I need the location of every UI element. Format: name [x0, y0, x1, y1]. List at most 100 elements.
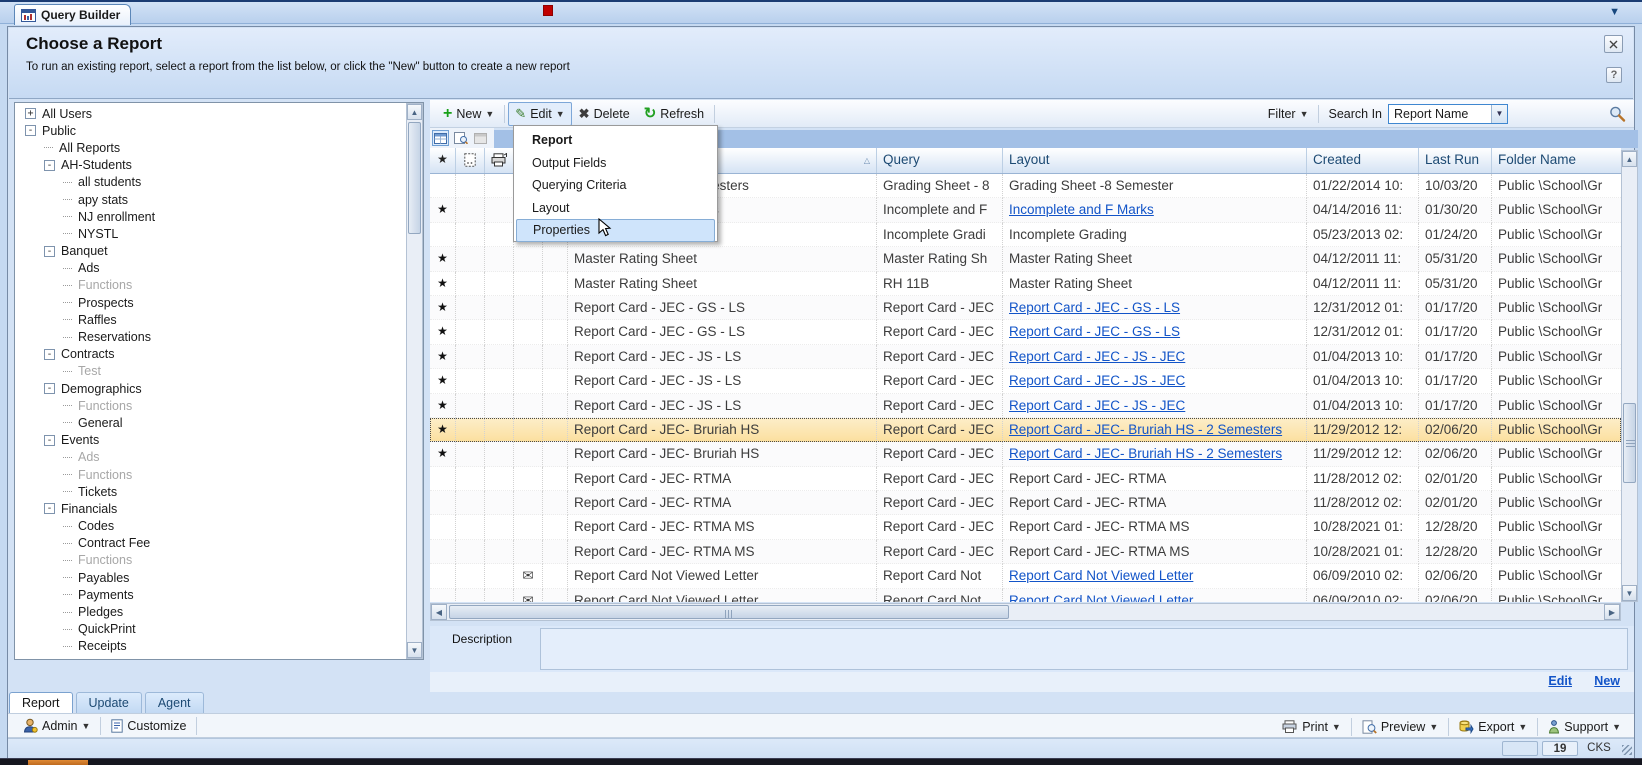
table-row[interactable]: ★Master Rating SheetMaster Rating ShMast… — [430, 247, 1621, 271]
tree-item-banquet[interactable]: -Banquet — [15, 243, 405, 260]
filter-button[interactable]: Filter ▼ — [1261, 103, 1316, 125]
layout-link[interactable]: Report Card - JEC - GS - LS — [1009, 324, 1180, 339]
tree-item-test[interactable]: Test — [15, 363, 405, 380]
star-cell[interactable] — [430, 540, 456, 564]
menu-item-report[interactable]: Report — [516, 129, 715, 152]
star-cell[interactable] — [430, 467, 456, 491]
menu-item-properties[interactable]: Properties — [516, 219, 715, 242]
layout-link[interactable]: Report Card - JEC - JS - JEC — [1009, 373, 1185, 388]
layout-link[interactable]: Report Card - JEC - JS - JEC — [1009, 398, 1185, 413]
tree-item-contract-fee[interactable]: Contract Fee — [15, 535, 405, 552]
collapse-icon[interactable]: - — [25, 125, 36, 136]
star-icon[interactable]: ★ — [430, 345, 456, 369]
last-run-column-header[interactable]: Last Run — [1419, 148, 1492, 173]
tree-scroll-up-icon[interactable]: ▲ — [407, 104, 422, 120]
star-icon[interactable]: ★ — [430, 272, 456, 296]
layout-link[interactable]: Incomplete and F Marks — [1009, 202, 1154, 217]
menu-item-layout[interactable]: Layout — [516, 197, 715, 220]
tree-item-general[interactable]: General — [15, 414, 405, 431]
tree-item-demographics[interactable]: -Demographics — [15, 380, 405, 397]
tree-item-tickets[interactable]: Tickets — [15, 483, 405, 500]
table-row[interactable]: Report Card - JEC- RTMAReport Card - JEC… — [430, 467, 1621, 491]
tree-item-apy-stats[interactable]: apy stats — [15, 191, 405, 208]
tree-item-codes[interactable]: Codes — [15, 518, 405, 535]
table-row[interactable]: Report Card - JEC- RTMA MSReport Card - … — [430, 515, 1621, 539]
tree-item-contracts[interactable]: -Contracts — [15, 346, 405, 363]
search-in-combobox[interactable]: Report Name ▼ — [1388, 104, 1508, 124]
tree-item-ads[interactable]: Ads — [15, 260, 405, 277]
table-row[interactable]: ★Report Card - JEC- Bruriah HSReport Car… — [430, 418, 1621, 442]
star-column-header[interactable]: ★ — [430, 148, 456, 173]
tree-item-quickprint[interactable]: QuickPrint — [15, 621, 405, 638]
description-edit-link[interactable]: Edit — [1548, 674, 1572, 688]
tree-scroll-thumb[interactable] — [408, 122, 421, 234]
refresh-button[interactable]: ↻ Refresh — [637, 103, 711, 125]
collapse-icon[interactable]: - — [44, 503, 55, 514]
star-icon[interactable]: ★ — [430, 320, 456, 344]
tree-item-prospects[interactable]: Prospects — [15, 294, 405, 311]
table-row[interactable]: ✉Report Card Not Viewed LetterReport Car… — [430, 564, 1621, 588]
collapse-icon[interactable]: - — [44, 383, 55, 394]
preview-pane-icon[interactable] — [452, 130, 469, 146]
layout-link[interactable]: Report Card - JEC - JS - JEC — [1009, 349, 1185, 364]
grid-hscroll-thumb[interactable] — [449, 605, 1009, 619]
tree-item-all-students[interactable]: all students — [15, 174, 405, 191]
collapse-icon[interactable]: - — [44, 160, 55, 171]
tree-item-events[interactable]: -Events — [15, 432, 405, 449]
tree-item-public[interactable]: -Public — [15, 122, 405, 139]
layout-link[interactable]: Report Card - JEC - GS - LS — [1009, 300, 1180, 315]
print-column-header[interactable] — [485, 148, 514, 173]
close-icon[interactable] — [1604, 35, 1623, 53]
table-row[interactable]: ★Master Rating SheetRH 11BMaster Rating … — [430, 272, 1621, 296]
grid-scroll-left-icon[interactable]: ◀ — [431, 604, 447, 620]
customize-button[interactable]: Customize — [104, 715, 193, 737]
report-name-cell[interactable]: Report Card - JEC - GS - LS — [568, 320, 877, 344]
report-name-cell[interactable]: Report Card - JEC- Bruriah HS — [568, 418, 877, 442]
table-row[interactable]: ★Report Card - JEC - JS - LSReport Card … — [430, 369, 1621, 393]
collapse-icon[interactable]: - — [44, 246, 55, 257]
layout-link[interactable]: Report Card - JEC- Bruriah HS - 2 Semest… — [1009, 446, 1282, 461]
report-name-cell[interactable]: Report Card - JEC - JS - LS — [568, 394, 877, 418]
tree-item-receipts[interactable]: Receipts — [15, 638, 405, 655]
tabstrip-dropdown-caret[interactable]: ▼ — [1609, 6, 1620, 18]
layout-link[interactable]: Report Card - JEC- Bruriah HS - 2 Semest… — [1009, 422, 1282, 437]
table-row[interactable]: ★ Report Card - JEC - JS - LS Report Card … — [430, 345, 1621, 369]
grid-scroll-right-icon[interactable]: ▶ — [1604, 604, 1620, 620]
delete-button[interactable]: ✖ Delete — [572, 102, 637, 126]
form-column-header[interactable] — [456, 148, 485, 173]
layout-column-header[interactable]: Layout — [1003, 148, 1307, 173]
report-name-cell[interactable]: Report Card Not Viewed Letter — [568, 589, 877, 602]
created-column-header[interactable]: Created — [1307, 148, 1419, 173]
report-name-cell[interactable]: Report Card Not Viewed Letter — [568, 564, 877, 588]
star-icon[interactable]: ★ — [430, 247, 456, 271]
menu-item-querying-criteria[interactable]: Querying Criteria — [516, 174, 715, 197]
query-column-header[interactable]: Query — [877, 148, 1003, 173]
tree-item-nystl[interactable]: NYSTL — [15, 225, 405, 242]
star-cell[interactable] — [430, 589, 456, 602]
search-icon[interactable] — [1608, 105, 1626, 123]
tree-scrollbar[interactable]: ▲ ▼ — [406, 103, 423, 659]
resize-grip[interactable] — [1622, 745, 1632, 755]
tree-item-functions[interactable]: Functions — [15, 552, 405, 569]
star-cell[interactable] — [430, 174, 456, 198]
expand-icon[interactable]: + — [25, 108, 36, 119]
star-cell[interactable] — [430, 564, 456, 588]
preview-button[interactable]: Preview ▼ — [1355, 716, 1445, 738]
tab-agent[interactable]: Agent — [145, 692, 204, 713]
support-button[interactable]: Support ▼ — [1541, 716, 1628, 738]
edit-button[interactable]: ✎ Edit ▼ — [508, 102, 571, 126]
table-row[interactable]: ★Report Card - JEC- Bruriah HSReport Car… — [430, 442, 1621, 466]
tree-item-payments[interactable]: Payments — [15, 586, 405, 603]
tree-scroll-down-icon[interactable]: ▼ — [407, 642, 422, 658]
folder-name-column-header[interactable]: Folder Name — [1492, 148, 1621, 173]
tree-item-nj-enrollment[interactable]: NJ enrollment — [15, 208, 405, 225]
report-name-cell[interactable]: Report Card - JEC- Bruriah HS — [568, 442, 877, 466]
report-name-cell[interactable]: Report Card - JEC - JS - LS — [568, 345, 877, 369]
tree-item-all-reports[interactable]: All Reports — [15, 139, 405, 156]
star-cell[interactable] — [430, 515, 456, 539]
tree-item-reservations[interactable]: Reservations — [15, 328, 405, 345]
star-icon[interactable]: ★ — [430, 198, 456, 222]
tree-item-ads[interactable]: Ads — [15, 449, 405, 466]
tree-item-statements[interactable]: Statements — [15, 655, 405, 659]
report-name-cell[interactable]: Report Card - JEC - JS - LS — [568, 369, 877, 393]
